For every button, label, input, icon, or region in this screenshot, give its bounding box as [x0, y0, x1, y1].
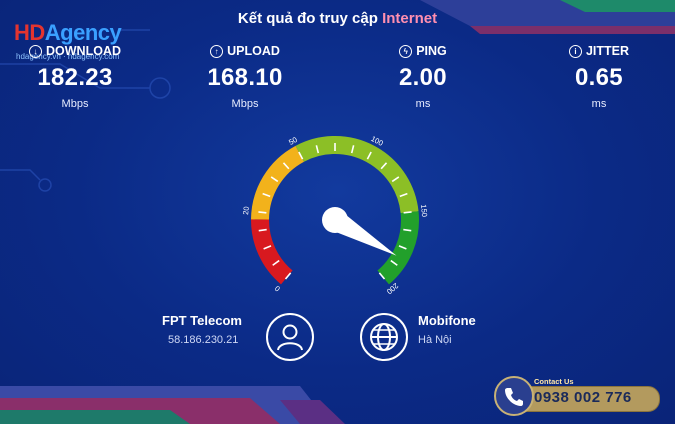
- server-name: Mobifone: [418, 313, 476, 328]
- server-location: Hà Nội: [418, 334, 452, 346]
- gauge-tick-label: 20: [241, 206, 251, 215]
- gauge-band-green: [377, 211, 419, 285]
- gauge-tick-label: 0: [273, 284, 282, 294]
- gauge-band-lightgreen: [295, 136, 419, 214]
- info-icon: i: [568, 44, 582, 58]
- speed-gauge: 02050 100150200: [241, 134, 429, 295]
- gauge-tick: [403, 211, 412, 214]
- metric-ping: ϟ PING 2.00 ms: [348, 44, 498, 110]
- contact-phone[interactable]: 0938 002 776: [534, 389, 632, 406]
- gauge-tick-label: 150: [419, 204, 429, 217]
- speedtest-panel: Kết quả đo truy cập Internet HDAgency hd…: [0, 0, 675, 424]
- globe-icon: [360, 313, 408, 361]
- upload-icon: ↑: [210, 44, 224, 58]
- contact-widget[interactable]: Contact Us 0938 002 776: [494, 374, 660, 416]
- upload-value: 168.10: [207, 64, 283, 91]
- gauge-tick-label: 200: [385, 281, 400, 295]
- contact-label: Contact Us: [534, 377, 574, 386]
- gauge-needle-hub: [322, 207, 348, 233]
- isp-name: FPT Telecom: [162, 313, 242, 328]
- gauge-band-yellow: [251, 145, 305, 220]
- metric-download: ↓ DOWNLOAD 182.23 Mbps: [0, 44, 150, 110]
- ping-value: 2.00: [399, 64, 447, 91]
- gauge-tick: [258, 211, 267, 214]
- ping-icon: ϟ: [399, 44, 413, 58]
- client-ip: 58.186.230.21: [168, 334, 239, 346]
- gauge-tick: [258, 228, 267, 232]
- download-icon: ↓: [29, 44, 42, 58]
- server-block: Mobifone Hà Nội: [418, 313, 476, 346]
- user-icon: [266, 313, 314, 361]
- metric-upload: ↑ UPLOAD 168.10 Mbps: [170, 44, 320, 110]
- download-value: 182.23: [37, 64, 113, 91]
- metric-jitter: i JITTER 0.65 ms: [524, 44, 674, 110]
- client-isp-block: FPT Telecom 58.186.230.21: [162, 313, 242, 346]
- phone-icon[interactable]: [494, 376, 534, 416]
- jitter-value: 0.65: [575, 64, 623, 91]
- gauge-tick: [403, 228, 412, 232]
